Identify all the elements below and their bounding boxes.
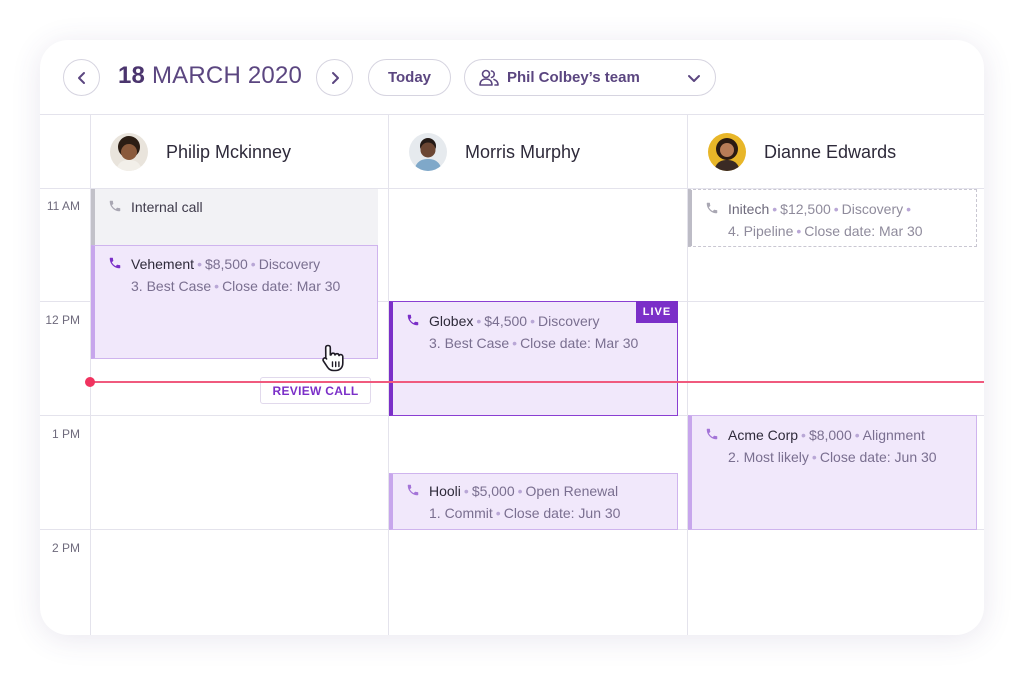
time-label: 2 PM	[51, 541, 80, 555]
chevron-down-icon	[688, 75, 700, 82]
people-header: Philip Mckinney Morris Murphy Dianne Edw…	[40, 115, 984, 189]
event-forecast: 4. Pipeline	[728, 223, 794, 239]
event-forecast: 2. Most likely	[728, 449, 809, 465]
event-close-date: Close date: Jun 30	[503, 505, 621, 521]
event-amount: $12,500	[780, 201, 831, 217]
time-label: 12 PM	[45, 313, 80, 327]
next-day-button[interactable]	[316, 59, 353, 96]
person-name: Dianne Edwards	[764, 141, 897, 162]
time-label: 1 PM	[51, 427, 80, 441]
event-title: Acme Corp	[728, 427, 799, 443]
event-forecast: 3. Best Case	[131, 278, 212, 294]
event-title: Globex	[429, 313, 474, 329]
event-close-date: Close date: Mar 30	[222, 278, 341, 294]
today-button[interactable]: Today	[368, 59, 451, 96]
event-close-date: Close date: Mar 30	[804, 223, 923, 239]
time-label: 11 AM	[46, 199, 80, 213]
event-globex[interactable]: LIVE Globex • $4,500 • Discovery 3. Best Cas…	[389, 301, 678, 416]
date-title: 18 MARCH 2020	[118, 62, 303, 89]
phone-icon	[407, 314, 419, 326]
event-initech[interactable]: Initech • $12,500 • Discovery • 4. Pipeline • C…	[688, 189, 977, 247]
event-forecast: 1. Commit	[429, 505, 493, 521]
team-label: Phil Colbey’s team	[507, 69, 640, 86]
person-name: Philip Mckinney	[166, 141, 292, 162]
event-title: Vehement	[131, 256, 195, 272]
current-time-dot	[85, 377, 95, 387]
prev-day-button[interactable]	[63, 59, 100, 96]
event-stage: Open Renewal	[525, 483, 619, 499]
event-amount: $8,000	[808, 427, 852, 443]
column-header-morris[interactable]: Morris Murphy	[409, 115, 580, 189]
team-select[interactable]: Phil Colbey’s team	[464, 59, 716, 96]
current-time-line	[90, 381, 984, 383]
avatar	[110, 133, 148, 171]
event-hooli[interactable]: Hooli • $5,000 • Open Renewal 1. Commit • Clos…	[389, 473, 678, 530]
users-icon	[479, 69, 499, 86]
event-stage: Discovery	[841, 201, 904, 217]
event-amount: $5,000	[471, 483, 515, 499]
event-acme-corp[interactable]: Acme Corp • $8,000 • Alignment 2. Most likel…	[688, 415, 977, 530]
event-title: Initech	[728, 201, 770, 217]
chevron-left-icon	[77, 71, 85, 84]
event-amount: $4,500	[484, 313, 528, 329]
event-stage: Discovery	[258, 256, 321, 272]
column-header-dianne[interactable]: Dianne Edwards	[708, 115, 896, 189]
event-close-date: Close date: Jun 30	[819, 449, 937, 465]
event-forecast: 3. Best Case	[429, 335, 510, 351]
event-title: Hooli	[429, 483, 461, 499]
phone-icon	[407, 484, 419, 496]
chevron-right-icon	[331, 71, 339, 84]
event-vehement[interactable]: Vehement • $8,500 • Discovery 3. Best Case • C…	[91, 245, 378, 359]
phone-icon	[706, 428, 718, 440]
event-title: Internal call	[131, 199, 203, 215]
event-amount: $8,500	[204, 256, 248, 272]
calendar-card: 18 MARCH 2020 Today Phil Colbey’s team P…	[40, 40, 984, 635]
event-close-date: Close date: Mar 30	[520, 335, 639, 351]
avatar	[409, 133, 447, 171]
calendar-toolbar: 18 MARCH 2020 Today Phil Colbey’s team	[40, 40, 984, 115]
phone-icon	[109, 200, 121, 212]
live-badge: LIVE	[636, 301, 678, 323]
event-internal-call[interactable]: Internal call	[91, 189, 378, 245]
person-name: Morris Murphy	[465, 141, 581, 162]
phone-icon	[706, 202, 718, 214]
hand-cursor-icon	[322, 344, 344, 372]
event-stage: Discovery	[538, 313, 600, 329]
event-stage: Alignment	[862, 427, 925, 443]
phone-icon	[109, 257, 121, 269]
avatar	[708, 133, 746, 171]
column-header-philip[interactable]: Philip Mckinney	[110, 115, 291, 189]
